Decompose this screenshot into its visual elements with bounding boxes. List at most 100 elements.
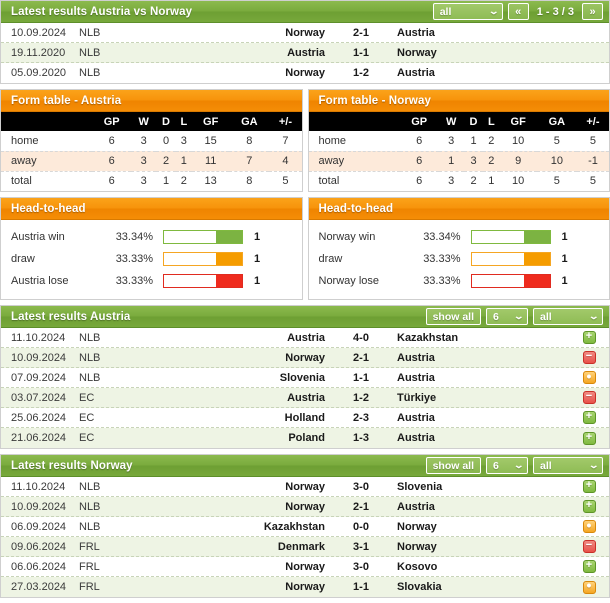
match-row[interactable]: 05.09.2020 NLB Norway 1-2 Austria xyxy=(1,63,609,83)
match-row[interactable]: 19.11.2020 NLB Austria 1-1 Norway xyxy=(1,43,609,63)
result-loss-icon: − xyxy=(582,391,596,404)
match-score: 2-1 xyxy=(353,500,369,513)
pagination-label: 1 - 3 / 3 xyxy=(536,5,574,18)
latest-austria-header: Latest results Austria show all 6 ⌄ all … xyxy=(1,306,609,328)
count-select[interactable]: 6 ⌄ xyxy=(486,457,528,474)
match-row[interactable]: 10.09.2024 NLB Norway 2-1 Austria xyxy=(1,23,609,43)
h2h-results-rows: 10.09.2024 NLB Norway 2-1 Austria 19.11.2020 N… xyxy=(1,23,609,83)
form-table-row: total 6 3 1 2 13 8 5 xyxy=(1,171,302,191)
pagination-prev-button[interactable]: « xyxy=(507,3,529,20)
filter-select[interactable]: all ⌄ xyxy=(533,457,603,474)
h2h-row: Austria lose 33.33% 1 xyxy=(1,270,302,292)
home-team: Norway xyxy=(285,67,325,79)
show-all-button[interactable]: show all xyxy=(425,308,481,325)
match-row[interactable]: 03.07.2024 EC Austria 1-2 Türkiye − xyxy=(1,388,609,408)
form-cell-gf: 13 xyxy=(204,175,217,188)
h2h-row: draw 33.33% 1 xyxy=(1,248,302,270)
away-team: Austria xyxy=(397,500,435,513)
match-score: 3-0 xyxy=(353,560,369,573)
h2h-bar xyxy=(163,230,243,244)
home-team: Holland xyxy=(284,411,325,424)
filter-select[interactable]: all ⌄ xyxy=(533,308,603,325)
match-score: 2-3 xyxy=(353,411,369,424)
latest-austria-panel: Latest results Austria show all 6 ⌄ all … xyxy=(0,305,610,449)
form-col-+/-: +/- xyxy=(269,112,302,131)
h2h-percent: 33.33% xyxy=(115,275,153,287)
result-draw-icon: • xyxy=(582,578,596,594)
count-select[interactable]: 6 ⌄ xyxy=(486,308,528,325)
form-cell-gf: 10 xyxy=(499,131,537,152)
home-team: Norway xyxy=(285,500,325,513)
match-date: 10.09.2024 xyxy=(11,26,67,39)
match-row[interactable]: 10.09.2024 NLB Norway 2-1 Austria + xyxy=(1,497,609,517)
chevron-down-icon: ⌄ xyxy=(513,460,525,470)
match-row[interactable]: 27.03.2024 FRL Norway 1-1 Slovakia • xyxy=(1,577,609,597)
latest-austria-rows: 11.10.2024 NLB Austria 4-0 Kazakhstan +10.09.… xyxy=(1,328,609,448)
away-team: Slovenia xyxy=(397,480,443,493)
form-cell-diff: 7 xyxy=(269,131,302,152)
match-score: 2-1 xyxy=(353,26,369,39)
match-date: 19.11.2020 xyxy=(11,46,66,59)
form-cell-d: 0 xyxy=(156,131,176,152)
form-col-label xyxy=(308,112,400,131)
h2h-norway-header: Head-to-head xyxy=(308,198,609,220)
match-row[interactable]: 11.10.2024 NLB Norway 3-0 Slovenia + xyxy=(1,477,609,497)
match-date: 25.06.2024 xyxy=(11,411,67,424)
match-date: 03.07.2024 xyxy=(11,391,67,404)
match-row[interactable]: 06.09.2024 NLB Kazakhstan 0-0 Norway • xyxy=(1,517,609,537)
away-team: Türkiye xyxy=(397,391,437,404)
home-team: Norway xyxy=(285,480,325,493)
home-team: Kazakhstan xyxy=(263,520,325,533)
h2h-row: Austria win 33.34% 1 xyxy=(1,226,302,248)
form-cell-ga: 5 xyxy=(536,131,577,152)
match-competition: FRL xyxy=(79,540,100,553)
form-cell-w: 3 xyxy=(131,151,157,172)
h2h-austria-panel: Head-to-head Austria win 33.34% 1 draw 33.33… xyxy=(0,197,303,300)
latest-norway-rows: 11.10.2024 NLB Norway 3-0 Slovenia +10.09.202… xyxy=(1,477,609,597)
h2h-label: Norway win xyxy=(318,231,376,243)
match-row[interactable]: 09.06.2024 FRL Denmark 3-1 Norway − xyxy=(1,537,609,557)
match-row[interactable]: 07.09.2024 NLB Slovenia 1-1 Austria • xyxy=(1,368,609,388)
form-col-D: D xyxy=(463,112,484,131)
h2h-results-header: Latest results Austria vs Norway all ⌄ «… xyxy=(1,1,609,23)
pagination-next-button[interactable]: » xyxy=(582,3,603,20)
form-cell-l: 2 xyxy=(483,151,500,172)
panel-title: Form table - Austria xyxy=(11,94,122,107)
form-cell-diff: 5 xyxy=(282,175,289,188)
form-table-norway-panel: Form table - Norway GP W D L GF GA +/- home 6 3 1 2… xyxy=(307,89,610,192)
panel-title: Latest results Austria xyxy=(11,310,131,323)
away-team: Austria xyxy=(397,371,435,384)
h2h-bar xyxy=(163,252,243,266)
match-date: 11.10.2024 xyxy=(11,331,66,344)
match-score: 4-0 xyxy=(353,331,369,344)
chevron-down-icon: ⌄ xyxy=(513,311,525,321)
filter-select[interactable]: all ⌄ xyxy=(432,3,503,20)
form-table-row: away 6 3 2 1 11 7 4 xyxy=(1,151,302,172)
form-cell-gp: 6 xyxy=(92,151,132,172)
match-row[interactable]: 25.06.2024 EC Holland 2-3 Austria + xyxy=(1,408,609,428)
match-competition: NLB xyxy=(79,26,101,39)
form-table-austria-header: Form table - Austria xyxy=(1,90,302,112)
result-loss-icon: − xyxy=(582,351,596,364)
match-row[interactable]: 10.09.2024 NLB Norway 2-1 Austria − xyxy=(1,348,609,368)
home-team: Norway xyxy=(285,26,325,39)
match-competition: EC xyxy=(79,391,95,404)
result-win-icon: + xyxy=(582,480,596,493)
form-cell-w: 3 xyxy=(448,175,455,188)
form-row-label: total xyxy=(318,175,340,188)
h2h-label: draw xyxy=(11,253,35,265)
match-row[interactable]: 06.06.2024 FRL Norway 3-0 Kosovo + xyxy=(1,557,609,577)
h2h-bar xyxy=(470,252,551,266)
form-col-GA: GA xyxy=(536,112,577,131)
match-date: 05.09.2020 xyxy=(11,67,67,79)
show-all-button[interactable]: show all xyxy=(425,457,481,474)
match-row[interactable]: 11.10.2024 NLB Austria 4-0 Kazakhstan + xyxy=(1,328,609,348)
form-cell-d: 2 xyxy=(156,151,176,172)
h2h-count: 1 xyxy=(561,231,568,243)
match-row[interactable]: 21.06.2024 EC Poland 1-3 Austria + xyxy=(1,428,609,448)
form-cell-gp: 6 xyxy=(416,175,423,188)
result-draw-icon: • xyxy=(582,369,596,384)
h2h-count: 1 xyxy=(254,253,261,265)
form-cell-diff: -1 xyxy=(576,151,609,172)
form-cell-w: 3 xyxy=(140,175,147,188)
